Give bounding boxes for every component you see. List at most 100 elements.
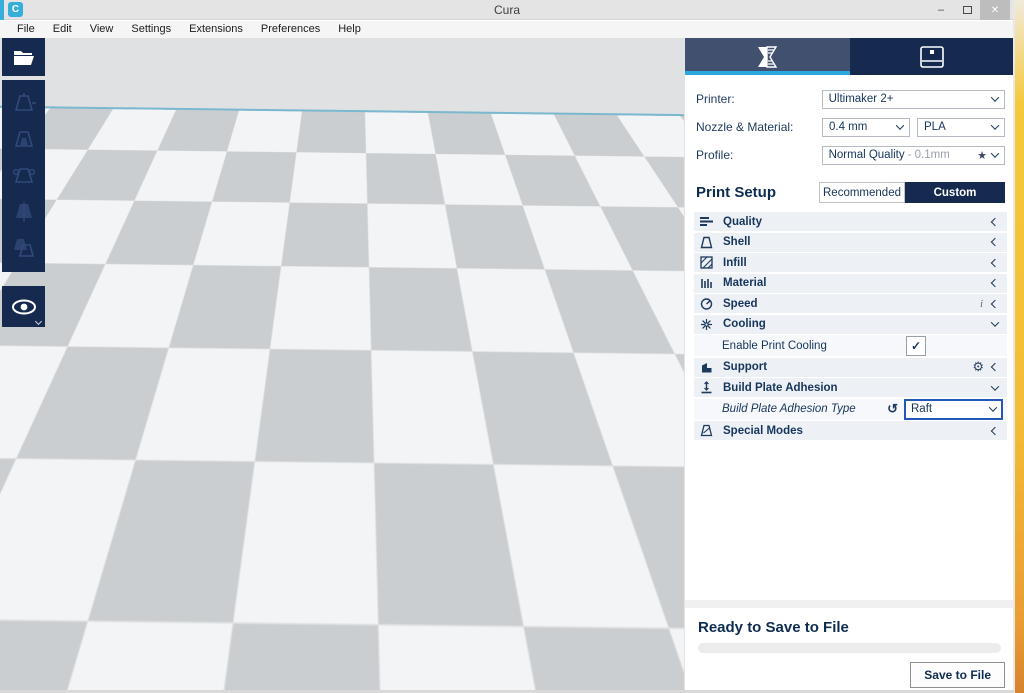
rotate-tool-icon[interactable] xyxy=(2,159,45,193)
category-label: Build Plate Adhesion xyxy=(723,382,992,394)
gear-icon[interactable]: ⚙ xyxy=(972,359,984,375)
printer-select[interactable]: Ultimaker 2+ xyxy=(822,90,1005,109)
setting-categories: Quality Shell Infill Material Speed xyxy=(694,212,1007,440)
menu-settings[interactable]: Settings xyxy=(122,21,180,38)
adhesion-type-dropdown[interactable]: Raft xyxy=(904,399,1003,420)
reset-icon[interactable]: ↺ xyxy=(887,401,898,417)
material-value: PLA xyxy=(924,121,992,133)
move-tool-icon[interactable] xyxy=(2,87,45,121)
tab-print-monitor[interactable] xyxy=(850,38,1015,75)
category-label: Cooling xyxy=(723,318,992,330)
menu-extensions[interactable]: Extensions xyxy=(180,21,252,38)
cura-window: 3DMART 3DMART xyxy=(0,0,1024,693)
maximize-button[interactable] xyxy=(954,0,980,20)
model-dimensions: 43.8 x 32.6 x 38.3 mm xyxy=(491,645,674,659)
chevron-collapsed-icon xyxy=(991,258,999,266)
tab-print-setup[interactable] xyxy=(685,38,850,75)
model-3dmart[interactable]: 3DMART 3DMART xyxy=(211,288,477,540)
enable-print-cooling-checkbox[interactable]: ✓ xyxy=(906,336,926,356)
mode-recommended-button[interactable]: Recommended xyxy=(819,182,905,203)
category-build-plate-adhesion[interactable]: Build Plate Adhesion xyxy=(694,378,1007,397)
chevron-collapsed-icon xyxy=(991,279,999,287)
menu-help[interactable]: Help xyxy=(329,21,370,38)
open-file-button[interactable] xyxy=(2,38,45,76)
progress-bar xyxy=(698,643,1001,653)
menu-preferences[interactable]: Preferences xyxy=(252,21,329,38)
category-infill[interactable]: Infill xyxy=(694,253,1007,272)
category-label: Material xyxy=(723,277,992,289)
setting-label: Build Plate Adhesion Type xyxy=(722,403,887,415)
category-material[interactable]: Material xyxy=(694,274,1007,293)
settings-panel: Printer: Ultimaker 2+ Nozzle & Material:… xyxy=(684,38,1014,693)
chevron-expanded-icon xyxy=(991,382,999,390)
model-name: UM2_LOGOlastRP xyxy=(544,624,657,639)
setting-build-plate-adhesion-type: Build Plate Adhesion Type ↺ Raft xyxy=(694,399,1007,420)
chevron-expanded-icon xyxy=(991,318,999,326)
nozzle-value: 0.4 mm xyxy=(829,121,897,133)
minimize-button[interactable]: – xyxy=(928,0,954,20)
material-usage: 3.30 m / ~ 26 g xyxy=(592,665,674,679)
cura-logo: cura. xyxy=(16,645,99,687)
model-info: UM2_LOGOlastRP✎ 43.8 x 32.6 x 38.3 mm 07… xyxy=(491,624,674,679)
category-label: Support xyxy=(723,361,972,373)
desktop-background-strip xyxy=(1015,0,1024,693)
material-icon xyxy=(700,277,715,290)
adhesion-icon xyxy=(700,381,715,394)
job-status: Ready to Save to File xyxy=(698,619,1001,636)
category-label: Infill xyxy=(723,257,992,269)
category-special-modes[interactable]: Special Modes xyxy=(694,421,1007,440)
material-select[interactable]: PLA xyxy=(917,118,1005,137)
hourglass-icon xyxy=(754,45,780,69)
category-speed[interactable]: Speed i xyxy=(694,294,1007,313)
cooling-icon xyxy=(700,318,715,331)
chevron-down-icon xyxy=(991,93,999,101)
material-usage-icon xyxy=(574,665,587,679)
mirror-tool-icon[interactable] xyxy=(2,195,45,229)
profile-value: Normal Quality xyxy=(829,149,905,161)
check-icon: ✓ xyxy=(911,339,921,353)
divider xyxy=(685,600,1014,608)
menu-bar: File Edit View Settings Extensions Prefe… xyxy=(0,21,1014,38)
scale-tool-icon[interactable] xyxy=(2,123,45,157)
nozzle-select[interactable]: 0.4 mm xyxy=(822,118,910,137)
shell-icon xyxy=(700,236,715,249)
category-quality[interactable]: Quality xyxy=(694,212,1007,231)
3d-viewport[interactable]: 3DMART 3DMART xyxy=(0,38,684,693)
profile-select[interactable]: Normal Quality - 0.1mm ★ xyxy=(822,146,1005,165)
category-shell[interactable]: Shell xyxy=(694,233,1007,252)
close-button[interactable]: ✕ xyxy=(980,0,1010,20)
edit-name-icon[interactable]: ✎ xyxy=(663,624,674,639)
special-modes-icon xyxy=(700,424,715,437)
cura-logo-text: cura xyxy=(16,645,90,686)
viewport-background xyxy=(0,38,684,115)
horizon-fade xyxy=(0,107,684,162)
chevron-down-icon xyxy=(989,403,997,411)
info-icon[interactable]: i xyxy=(980,298,983,310)
support-icon xyxy=(700,361,715,374)
profile-detail: - 0.1mm xyxy=(908,149,977,161)
menu-file[interactable]: File xyxy=(8,21,44,38)
category-label: Quality xyxy=(723,216,992,228)
setting-label: Enable Print Cooling xyxy=(722,340,906,352)
chevron-collapsed-icon xyxy=(991,217,999,225)
infill-icon xyxy=(700,256,715,269)
printer-icon xyxy=(919,45,945,69)
window-title: Cura xyxy=(0,0,1014,20)
maximize-icon xyxy=(963,6,972,14)
title-bar: C Cura – ✕ xyxy=(0,0,1014,20)
menu-view[interactable]: View xyxy=(81,21,123,38)
machine-config: Printer: Ultimaker 2+ Nozzle & Material:… xyxy=(685,75,1014,169)
category-label: Shell xyxy=(723,236,992,248)
profile-label: Profile: xyxy=(696,148,822,162)
mode-custom-button[interactable]: Custom xyxy=(905,182,1005,203)
chevron-down-icon xyxy=(991,149,999,157)
menu-edit[interactable]: Edit xyxy=(44,21,81,38)
printer-label: Printer: xyxy=(696,92,822,106)
category-cooling[interactable]: Cooling xyxy=(694,315,1007,334)
chevron-down-icon xyxy=(991,121,999,129)
per-model-settings-icon[interactable] xyxy=(2,231,45,265)
category-support[interactable]: Support ⚙ xyxy=(694,358,1007,377)
save-to-file-button[interactable]: Save to File xyxy=(910,662,1005,688)
view-mode-button[interactable] xyxy=(2,286,45,327)
quality-icon xyxy=(700,215,715,228)
